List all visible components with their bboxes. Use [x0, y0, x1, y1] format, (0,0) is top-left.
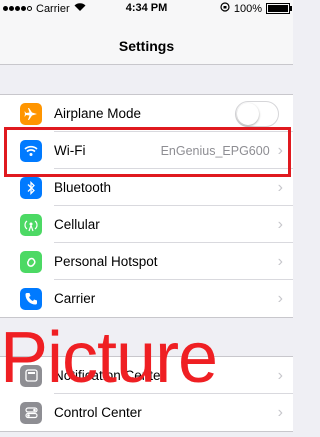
settings-row-control-center[interactable]: Control Center › [0, 394, 293, 431]
notification-icon [20, 364, 42, 387]
settings-row-personal-hotspot[interactable]: Personal Hotspot › [0, 243, 293, 280]
hotspot-icon [20, 250, 42, 273]
status-bar: Carrier 4:34 PM 100% [0, 0, 293, 18]
battery-percent: 100% [233, 2, 262, 15]
phone-icon [20, 287, 42, 310]
control-center-label: Control Center [54, 405, 142, 420]
personal-hotspot-label: Personal Hotspot [54, 254, 158, 269]
settings-group-connectivity: Airplane Mode Wi-Fi EnGenius_EPG600 › Bl… [0, 94, 293, 318]
settings-group-centers: Notification Center › Control Center › [0, 356, 293, 432]
chevron-right-icon: › [277, 289, 283, 307]
settings-row-airplane-mode: Airplane Mode [0, 95, 293, 132]
navigation-bar: Settings [0, 18, 293, 65]
chevron-right-icon: › [277, 252, 283, 270]
chevron-right-icon: › [277, 141, 283, 159]
bluetooth-icon [20, 176, 42, 199]
carrier-label: Carrier [54, 291, 96, 306]
battery-status: 100% [220, 2, 292, 15]
battery-icon [266, 3, 292, 14]
chevron-right-icon: › [277, 366, 283, 384]
page-title: Settings [118, 38, 175, 54]
wifi-label: Wi-Fi [54, 143, 86, 158]
settings-row-wifi[interactable]: Wi-Fi EnGenius_EPG600 › [0, 132, 293, 169]
airplane-icon [20, 102, 42, 125]
settings-row-cellular[interactable]: Cellular › [0, 206, 293, 243]
cellular-icon [20, 213, 42, 236]
cellular-label: Cellular [54, 217, 100, 232]
settings-row-bluetooth[interactable]: Bluetooth › [0, 169, 293, 206]
control-center-icon [20, 401, 42, 424]
airplane-mode-toggle[interactable] [235, 100, 279, 127]
wifi-network-name: EnGenius_EPG600 [160, 143, 270, 158]
notification-center-label: Notification Center [54, 368, 166, 383]
settings-row-notification-center[interactable]: Notification Center › [0, 357, 293, 394]
rotation-lock-icon [220, 2, 230, 15]
chevron-right-icon: › [277, 215, 283, 233]
toggle-knob [237, 102, 259, 125]
wifi-icon [20, 139, 42, 162]
chevron-right-icon: › [277, 178, 283, 196]
chevron-right-icon: › [277, 403, 283, 421]
settings-row-carrier[interactable]: Carrier › [0, 280, 293, 317]
airplane-mode-label: Airplane Mode [54, 106, 142, 121]
bluetooth-label: Bluetooth [54, 180, 112, 195]
